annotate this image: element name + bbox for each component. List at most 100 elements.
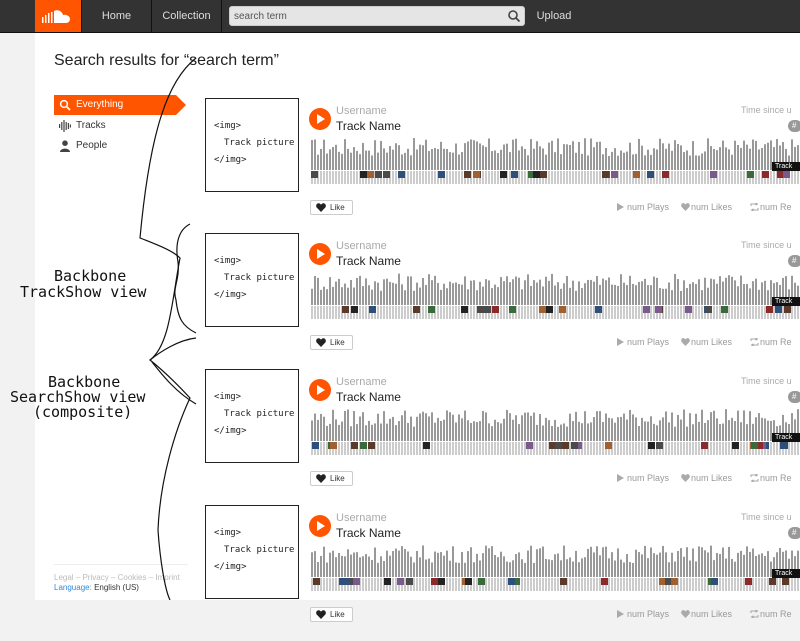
comment-avatar[interactable] <box>533 171 540 178</box>
comment-avatar[interactable] <box>351 442 358 449</box>
nav-collection-link[interactable]: Collection <box>152 0 221 32</box>
comment-avatar[interactable] <box>782 578 789 585</box>
comment-avatar[interactable] <box>766 306 773 313</box>
comment-avatar[interactable] <box>473 171 480 178</box>
search-icon[interactable] <box>507 9 521 23</box>
comment-avatar[interactable] <box>662 171 669 178</box>
comment-avatar[interactable] <box>461 306 468 313</box>
comment-avatar[interactable] <box>484 306 491 313</box>
comment-avatar[interactable] <box>398 171 405 178</box>
comment-avatar[interactable] <box>562 442 569 449</box>
nav-upload-link[interactable]: Upload <box>531 0 577 32</box>
track-tag-badge[interactable]: # <box>788 391 800 403</box>
comment-avatar[interactable] <box>783 171 790 178</box>
comment-avatar[interactable] <box>571 442 578 449</box>
comment-avatar[interactable] <box>367 171 374 178</box>
comment-avatar[interactable] <box>492 306 499 313</box>
comment-avatar[interactable] <box>777 171 784 178</box>
track-tag-badge[interactable]: # <box>788 120 800 132</box>
comment-avatar[interactable] <box>526 442 533 449</box>
comment-avatar[interactable] <box>747 171 754 178</box>
comment-avatar[interactable] <box>353 578 360 585</box>
track-name[interactable]: Track Name <box>336 390 401 404</box>
comment-avatar[interactable] <box>643 306 650 313</box>
track-username[interactable]: Username <box>336 512 387 524</box>
comment-avatar[interactable] <box>360 442 367 449</box>
track-name[interactable]: Track Name <box>336 119 401 133</box>
track-username[interactable]: Username <box>336 240 387 252</box>
comment-avatar[interactable] <box>330 442 337 449</box>
like-button[interactable]: Like <box>310 200 353 215</box>
comment-avatar[interactable] <box>705 306 712 313</box>
track-waveform[interactable] <box>311 138 800 184</box>
comment-avatar[interactable] <box>368 442 375 449</box>
comment-avatar[interactable] <box>784 306 791 313</box>
comment-avatar[interactable] <box>602 171 609 178</box>
track-tag-badge[interactable]: # <box>788 255 800 267</box>
track-artwork-placeholder[interactable]: <img> Track picture </img> <box>205 505 299 599</box>
comment-avatar[interactable] <box>549 442 556 449</box>
comment-avatar[interactable] <box>423 442 430 449</box>
comment-avatar[interactable] <box>438 171 445 178</box>
track-username[interactable]: Username <box>336 105 387 117</box>
comment-avatar[interactable] <box>384 578 391 585</box>
comment-avatar[interactable] <box>769 578 776 585</box>
comment-avatar[interactable] <box>397 578 404 585</box>
nav-home-link[interactable]: Home <box>82 0 151 32</box>
comment-avatar[interactable] <box>500 171 507 178</box>
comment-avatar[interactable] <box>671 578 678 585</box>
comment-avatar[interactable] <box>711 578 718 585</box>
track-artwork-placeholder[interactable]: <img> Track picture </img> <box>205 369 299 463</box>
comment-avatar[interactable] <box>780 442 787 449</box>
comment-avatar[interactable] <box>375 171 382 178</box>
comment-avatar[interactable] <box>511 171 518 178</box>
comment-avatar[interactable] <box>313 578 320 585</box>
comment-avatar[interactable] <box>601 578 608 585</box>
comment-avatar[interactable] <box>732 442 739 449</box>
track-name[interactable]: Track Name <box>336 254 401 268</box>
comment-avatar[interactable] <box>751 442 758 449</box>
comment-avatar[interactable] <box>555 442 562 449</box>
comment-avatar[interactable] <box>647 171 654 178</box>
comment-avatar[interactable] <box>431 578 438 585</box>
track-artwork-placeholder[interactable]: <img> Track picture </img> <box>205 98 299 192</box>
comment-avatar[interactable] <box>656 442 663 449</box>
like-button[interactable]: Like <box>310 607 353 622</box>
comment-avatar[interactable] <box>342 306 349 313</box>
comment-avatar[interactable] <box>438 578 445 585</box>
track-name[interactable]: Track Name <box>336 526 401 540</box>
comment-avatar[interactable] <box>762 171 769 178</box>
play-button[interactable] <box>309 515 331 537</box>
comment-avatar[interactable] <box>633 171 640 178</box>
track-tag-badge[interactable]: # <box>788 527 800 539</box>
comment-avatar[interactable] <box>560 578 567 585</box>
comment-avatar[interactable] <box>383 171 390 178</box>
comment-avatar[interactable] <box>685 306 692 313</box>
comment-avatar[interactable] <box>745 578 752 585</box>
comment-avatar[interactable] <box>311 171 318 178</box>
comment-avatar[interactable] <box>546 306 553 313</box>
comment-avatar[interactable] <box>665 578 672 585</box>
comment-avatar[interactable] <box>655 306 662 313</box>
track-waveform[interactable] <box>311 545 800 591</box>
comment-avatar[interactable] <box>701 442 708 449</box>
comment-avatar[interactable] <box>477 306 484 313</box>
comment-avatar[interactable] <box>369 306 376 313</box>
comment-avatar[interactable] <box>508 578 515 585</box>
comment-avatar[interactable] <box>406 578 413 585</box>
comment-avatar[interactable] <box>413 306 420 313</box>
comment-avatar[interactable] <box>648 442 655 449</box>
track-username[interactable]: Username <box>336 376 387 388</box>
comment-avatar[interactable] <box>464 171 471 178</box>
comment-avatar[interactable] <box>540 171 547 178</box>
comment-avatar[interactable] <box>710 171 717 178</box>
comment-avatar[interactable] <box>351 306 358 313</box>
track-artwork-placeholder[interactable]: <img> Track picture </img> <box>205 233 299 327</box>
comment-avatar[interactable] <box>559 306 566 313</box>
comment-avatar[interactable] <box>312 442 319 449</box>
play-button[interactable] <box>309 379 331 401</box>
comment-avatar[interactable] <box>539 306 546 313</box>
play-button[interactable] <box>309 243 331 265</box>
comment-avatar[interactable] <box>611 171 618 178</box>
comment-avatar[interactable] <box>775 306 782 313</box>
